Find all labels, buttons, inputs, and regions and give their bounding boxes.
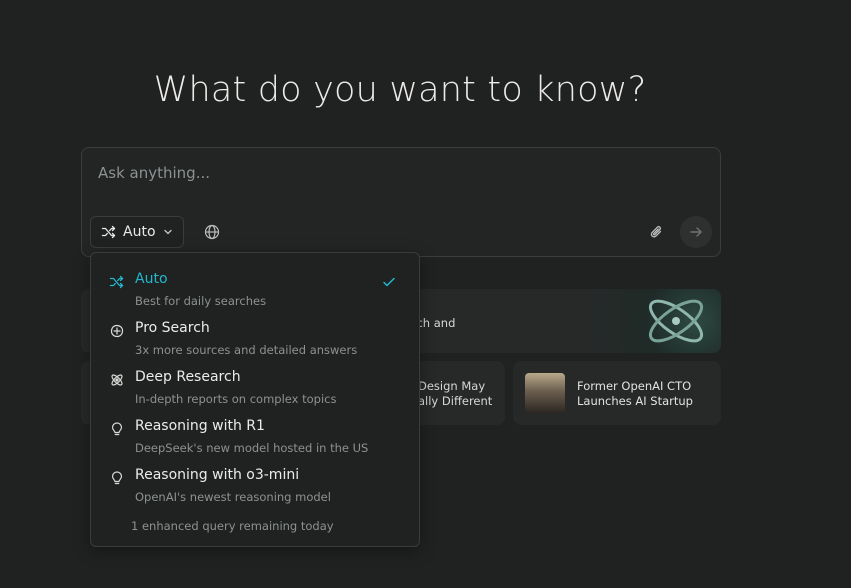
enhanced-query-count: 1 enhanced query remaining today: [131, 519, 334, 533]
lightbulb-icon: [111, 471, 123, 485]
globe-icon[interactable]: [203, 223, 221, 241]
shuffle-icon: [101, 225, 116, 239]
arrow-right-icon: [690, 227, 702, 237]
mode-option-description: OpenAI's newest reasoning model: [135, 490, 331, 504]
mode-option-label: Deep Research: [135, 369, 241, 385]
page-title: What do you want to know?: [153, 70, 647, 110]
atom-icon: [111, 374, 123, 386]
mode-option-label: Reasoning with o3-mini: [135, 467, 300, 483]
mode-dropdown-menu: Auto Best for daily searches Pro Search …: [90, 252, 420, 547]
mode-option-description: In-depth reports on complex topics: [135, 392, 337, 406]
mode-option-auto[interactable]: Auto Best for daily searches: [91, 265, 419, 311]
chevron-down-icon: [163, 229, 172, 235]
mode-option-label: Reasoning with R1: [135, 418, 265, 434]
mode-option-deep-research[interactable]: Deep Research In-depth reports on comple…: [91, 363, 419, 409]
news-card-title-line1: Design May: [418, 379, 486, 393]
submit-button[interactable]: [680, 216, 712, 248]
mode-option-description: 3x more sources and detailed answers: [135, 343, 358, 357]
mode-option-description: DeepSeek's new model hosted in the US: [135, 441, 369, 455]
mode-option-reasoning-r1[interactable]: Reasoning with R1 DeepSeek's new model h…: [91, 412, 419, 458]
search-input[interactable]: [98, 162, 698, 184]
news-card-title-line2: ally Different: [418, 394, 493, 408]
paperclip-icon[interactable]: [648, 223, 666, 241]
mode-option-label: Auto: [135, 271, 168, 287]
shuffle-icon: [109, 275, 124, 289]
mode-option-label: Pro Search: [135, 320, 210, 336]
mode-option-pro-search[interactable]: Pro Search 3x more sources and detailed …: [91, 314, 419, 360]
suggestion-card-image: [591, 289, 721, 353]
news-card-title-line1: Former OpenAI CTO: [577, 379, 692, 393]
mode-option-reasoning-o3-mini[interactable]: Reasoning with o3-mini OpenAI's newest r…: [91, 461, 419, 507]
news-card-thumbnail: [525, 373, 565, 413]
news-card[interactable]: Former OpenAI CTO Launches AI Startup: [513, 361, 721, 425]
news-card-title-line2: Launches AI Startup: [577, 394, 693, 408]
search-box: Auto: [81, 147, 721, 257]
mode-selector-button[interactable]: Auto: [90, 216, 184, 248]
mode-option-description: Best for daily searches: [135, 294, 267, 308]
mode-label: Auto: [123, 224, 156, 240]
lightbulb-icon: [111, 422, 123, 436]
atom-illustration-icon: [648, 299, 704, 343]
pro-search-icon: [110, 324, 124, 338]
check-icon: [383, 277, 395, 287]
